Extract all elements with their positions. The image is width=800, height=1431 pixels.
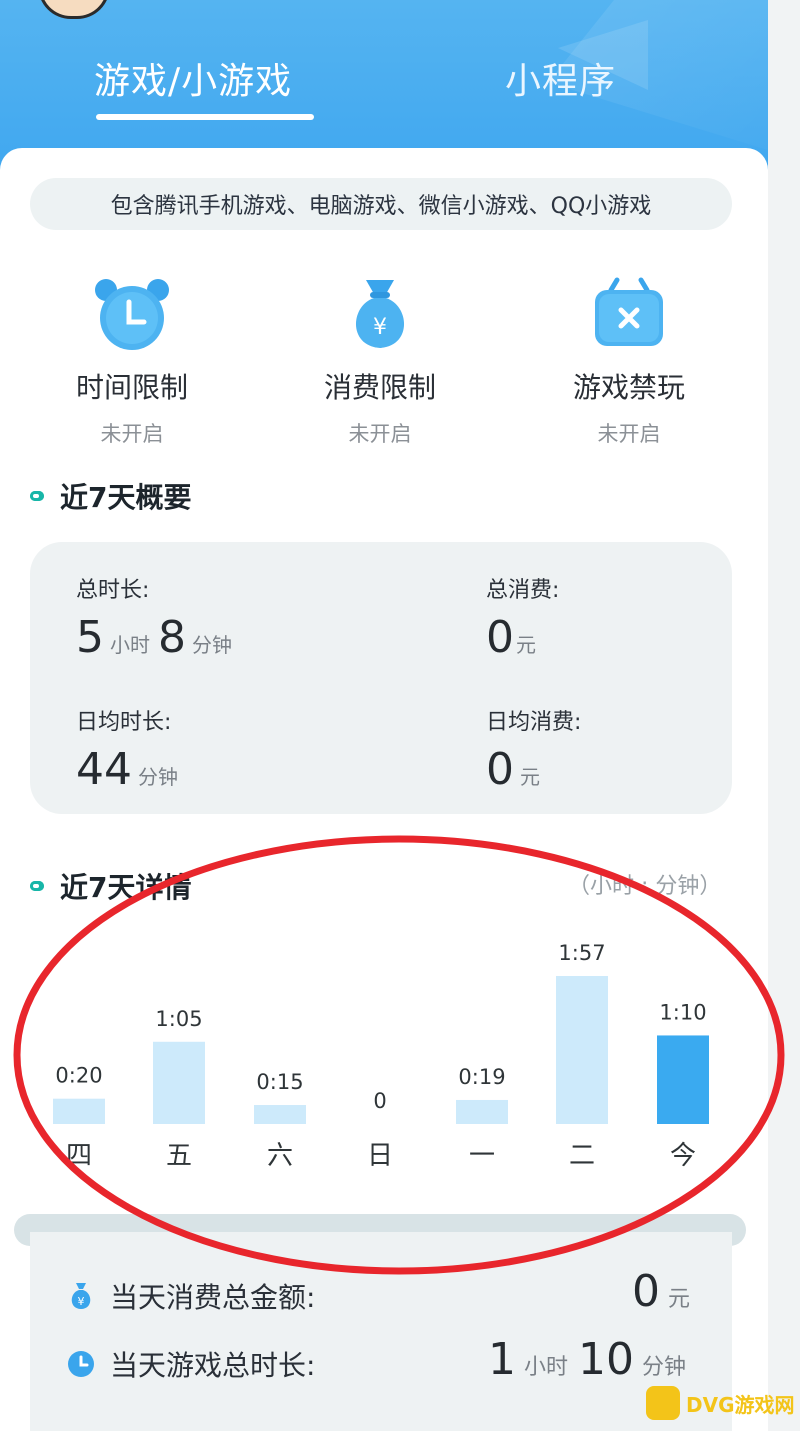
control-game-ban[interactable]: 游戏禁玩 未开启 [529, 276, 729, 448]
total-spend-label: 总消费: [486, 578, 560, 603]
minutes-unit: 分钟 [138, 765, 178, 789]
total-time-hours: 5 [76, 612, 104, 663]
avatar[interactable] [38, 0, 110, 19]
svg-text:¥: ¥ [78, 1295, 85, 1308]
clock-icon [68, 1351, 94, 1377]
hours-unit: 小时 [524, 1355, 569, 1380]
yuan-unit: 元 [668, 1287, 691, 1312]
today-spend-row: ¥ 当天消费总金额: [66, 1276, 315, 1316]
tab-games[interactable]: 游戏/小游戏 [94, 52, 292, 104]
control-label: 消费限制 [323, 371, 436, 404]
today-time-minutes: 10 [578, 1334, 635, 1385]
money-bag-icon: ¥ [71, 1283, 91, 1309]
daily-time-value: 44 分钟 [76, 744, 186, 795]
watermark-text: DVG游戏网 [686, 1392, 795, 1417]
today-spend-label: 当天消费总金额: [110, 1281, 316, 1314]
summary-card: 总时长: 5 小时 8 分钟 总消费: 0 元 日均时长: 44 分钟 日均消费… [30, 542, 732, 814]
summary-section-title: 近7天概要 [30, 476, 191, 516]
daily-time-label: 日均时长: [76, 710, 172, 735]
today-time-row: 当天游戏总时长: [66, 1344, 315, 1384]
control-label: 游戏禁玩 [572, 371, 685, 404]
coverage-notice: 包含腾讯手机游戏、电脑游戏、微信小游戏、QQ小游戏 [30, 178, 732, 230]
control-status: 未开启 [348, 422, 412, 446]
today-time-hours: 1 [488, 1334, 516, 1385]
today-time-value: 1 小时 10 分钟 [488, 1334, 696, 1385]
control-status: 未开启 [597, 422, 661, 446]
active-tab-indicator [96, 114, 314, 120]
yuan-unit: 元 [520, 765, 540, 789]
summary-title-text: 近7天概要 [60, 481, 192, 514]
total-spend-amount: 0 [486, 612, 514, 663]
total-time-minutes: 8 [158, 612, 186, 663]
watermark: DVG游戏网 [646, 1386, 795, 1420]
money-bag-icon: ¥ [355, 280, 405, 348]
red-annotation-ellipse [13, 835, 785, 1275]
section-bullet-icon [30, 491, 44, 501]
control-status: 未开启 [100, 422, 164, 446]
total-spend-value: 0 元 [486, 612, 544, 663]
daily-spend-label: 日均消费: [486, 710, 582, 735]
svg-text:¥: ¥ [373, 315, 387, 340]
gamepad-logo-icon [646, 1386, 680, 1420]
total-time-label: 总时长: [76, 578, 150, 603]
game-block-icon [595, 277, 663, 346]
today-time-label: 当天游戏总时长: [110, 1349, 316, 1382]
total-time-value: 5 小时 8 分钟 [76, 612, 240, 663]
daily-spend-amount: 0 [486, 744, 514, 795]
yuan-unit: 元 [516, 633, 536, 657]
control-spend-limit[interactable]: ¥ 消费限制 未开启 [280, 276, 480, 448]
minutes-unit: 分钟 [192, 633, 232, 657]
control-label: 时间限制 [75, 371, 188, 404]
control-time-limit[interactable]: 时间限制 未开启 [32, 276, 232, 448]
daily-spend-value: 0 元 [486, 744, 548, 795]
tab-mini-programs[interactable]: 小程序 [505, 52, 616, 104]
minutes-unit: 分钟 [642, 1355, 687, 1380]
daily-time-minutes: 44 [76, 744, 132, 795]
alarm-clock-icon [95, 279, 169, 350]
hours-unit: 小时 [110, 633, 150, 657]
